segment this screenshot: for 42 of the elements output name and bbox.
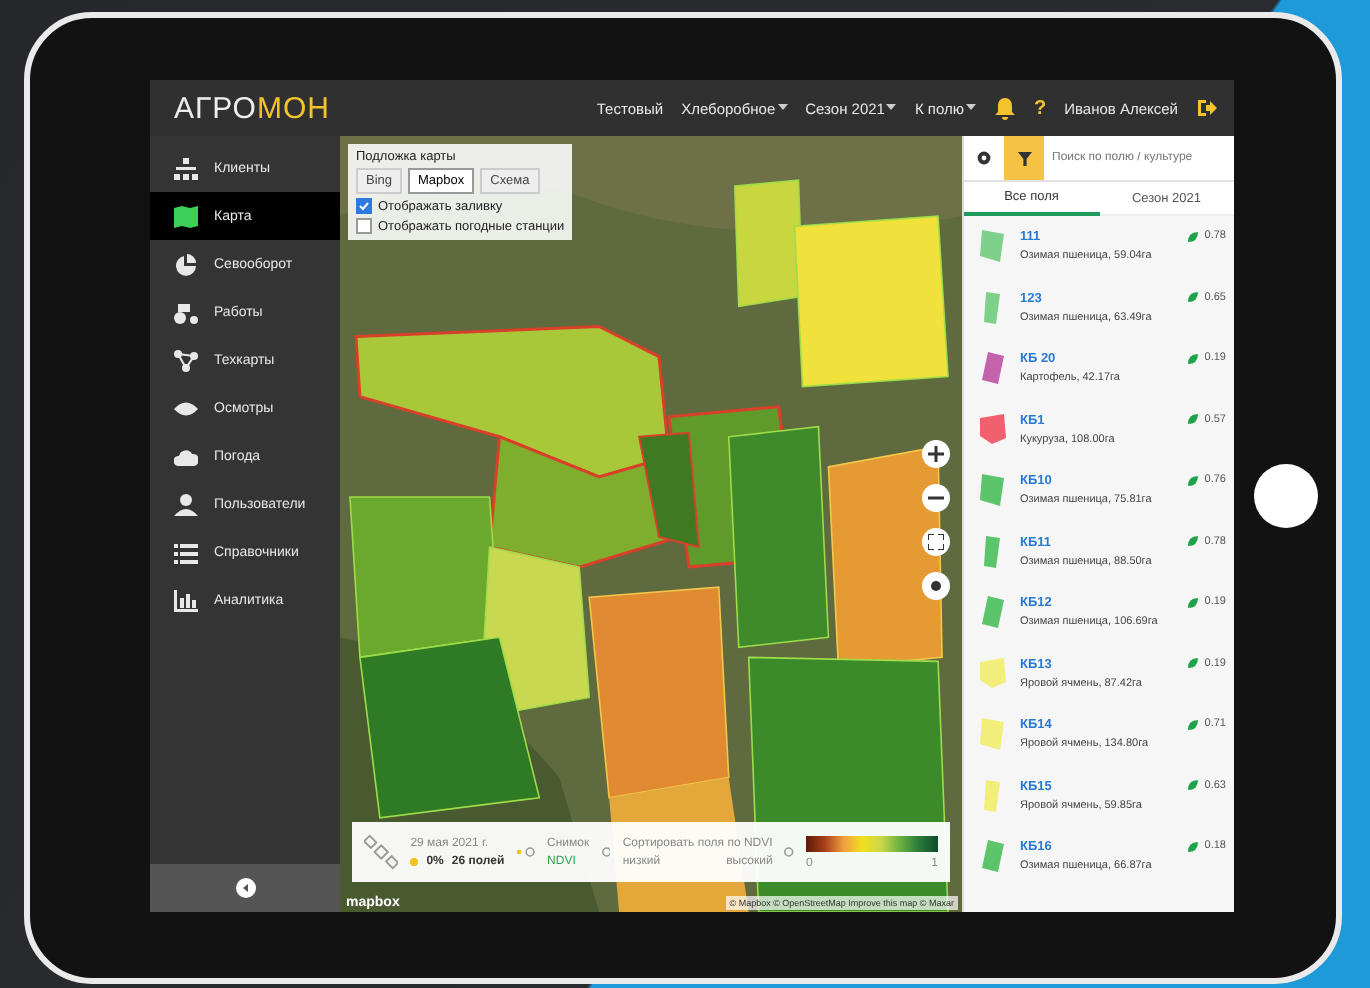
tractor-icon [174, 301, 198, 323]
leaf-icon [1188, 536, 1199, 546]
caret-icon [966, 104, 977, 112]
filter-icon [1017, 151, 1031, 165]
help-link[interactable]: ? [1034, 97, 1047, 119]
logout-icon[interactable] [1196, 98, 1218, 118]
user-icon [174, 493, 198, 515]
pie-icon [174, 253, 198, 275]
leaf-icon [1188, 475, 1199, 485]
cloud-dot-icon [410, 857, 419, 865]
bell-icon[interactable] [994, 96, 1017, 120]
cloud-icon [174, 445, 198, 467]
info-icon [784, 846, 795, 858]
eye-icon [174, 397, 198, 419]
leaf-icon [1188, 597, 1199, 607]
info-icon [601, 846, 611, 858]
leaf-icon [1188, 658, 1199, 668]
leaf-icon [1188, 780, 1199, 790]
nodes-icon [174, 349, 198, 371]
leaf-icon [1188, 292, 1199, 302]
map-icon [174, 205, 198, 227]
caret-icon [777, 104, 788, 112]
list-icon [174, 541, 198, 563]
leaf-icon [1188, 414, 1199, 424]
chart-icon [174, 589, 198, 611]
leaf-icon [1188, 353, 1199, 363]
leaf-icon [1188, 841, 1199, 851]
satellite-icon [364, 830, 399, 874]
settings-icon [976, 150, 992, 166]
home-button[interactable] [1253, 464, 1317, 528]
org-icon [174, 157, 198, 179]
checkbox[interactable] [356, 198, 372, 214]
info-icon [516, 846, 536, 858]
app-logo[interactable]: АГРОМОН [174, 91, 330, 125]
ndvi-scale-bar [806, 835, 939, 851]
leaf-icon [1188, 231, 1199, 241]
caret-icon [886, 104, 897, 112]
filter-button[interactable] [1004, 136, 1044, 180]
checkbox[interactable] [356, 218, 372, 234]
collapse-icon[interactable] [235, 878, 255, 898]
locate-icon [928, 578, 944, 594]
leaf-icon [1188, 719, 1199, 729]
